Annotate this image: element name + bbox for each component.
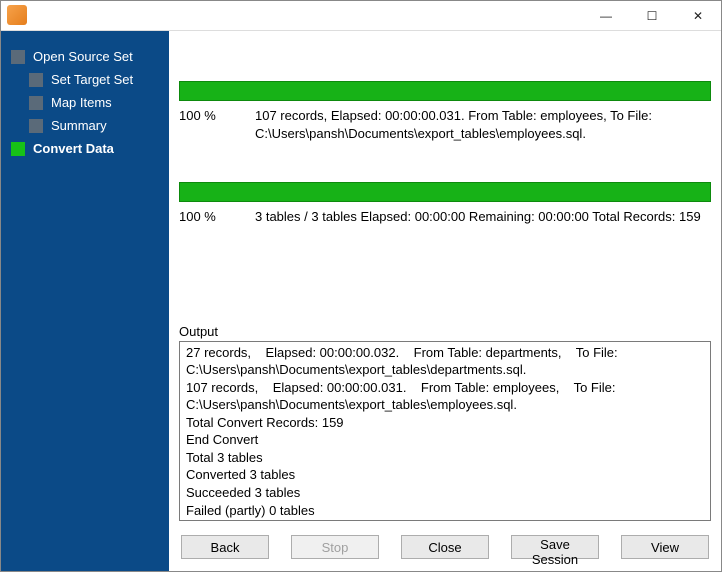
close-button[interactable]: Close [401, 535, 489, 559]
step-box-icon [11, 142, 25, 156]
window-maximize-button[interactable]: ☐ [629, 1, 675, 31]
step-box-icon [29, 96, 43, 110]
sidebar-step-2[interactable]: Map Items [1, 91, 169, 114]
progress-2-info: 3 tables / 3 tables Elapsed: 00:00:00 Re… [255, 208, 711, 226]
progress-2-percent: 100 % [179, 208, 255, 226]
window-minimize-button[interactable]: — [583, 1, 629, 31]
output-label: Output [179, 324, 711, 339]
output-log[interactable]: 27 records, Elapsed: 00:00:00.032. From … [179, 341, 711, 521]
sidebar-step-0[interactable]: Open Source Set [1, 45, 169, 68]
back-button[interactable]: Back [181, 535, 269, 559]
main-panel: 100 % 107 records, Elapsed: 00:00:00.031… [169, 31, 721, 571]
window-close-button[interactable]: ✕ [675, 1, 721, 31]
sidebar-step-label: Open Source Set [33, 49, 133, 64]
sidebar: Open Source Set Set Target Set Map Items Su… [1, 31, 169, 571]
progress-overall: 100 % 3 tables / 3 tables Elapsed: 00:00… [179, 182, 711, 226]
content: Open Source Set Set Target Set Map Items Su… [1, 31, 721, 571]
sidebar-step-label: Summary [51, 118, 107, 133]
progress-current-table: 100 % 107 records, Elapsed: 00:00:00.031… [179, 81, 711, 142]
app-icon [7, 5, 27, 25]
progress-1-info: 107 records, Elapsed: 00:00:00.031. From… [255, 107, 711, 142]
titlebar: — ☐ ✕ [1, 1, 721, 31]
view-button[interactable]: View [621, 535, 709, 559]
step-box-icon [29, 73, 43, 87]
button-row: Back Stop Close Save Session View [169, 527, 721, 571]
progress-bar-2 [179, 182, 711, 202]
sidebar-step-label: Set Target Set [51, 72, 133, 87]
sidebar-step-1[interactable]: Set Target Set [1, 68, 169, 91]
save-session-button[interactable]: Save Session [511, 535, 599, 559]
sidebar-step-3[interactable]: Summary [1, 114, 169, 137]
sidebar-step-4[interactable]: Convert Data [1, 137, 169, 160]
step-box-icon [11, 50, 25, 64]
sidebar-step-label: Map Items [51, 95, 112, 110]
stop-button: Stop [291, 535, 379, 559]
step-box-icon [29, 119, 43, 133]
progress-1-percent: 100 % [179, 107, 255, 125]
progress-bar-1 [179, 81, 711, 101]
progress-section: 100 % 107 records, Elapsed: 00:00:00.031… [169, 31, 721, 228]
sidebar-step-label: Convert Data [33, 141, 114, 156]
